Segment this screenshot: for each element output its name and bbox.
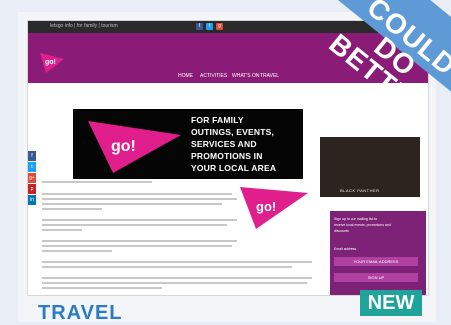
side-pinterest-icon[interactable]: p (28, 184, 36, 194)
nav-travel[interactable]: TRAVEL (260, 73, 279, 79)
hero-line-5: YOUR LOCAL AREA (191, 163, 277, 173)
letsgo-logo[interactable]: go! (38, 47, 66, 75)
hero-banner: go! FOR FAMILY OUTINGS, EVENTS, SERVICES… (73, 109, 303, 179)
side-google-icon[interactable]: g+ (28, 173, 36, 183)
facebook-icon[interactable]: f (196, 23, 203, 30)
hero-line-1: FOR FAMILY (191, 115, 244, 125)
signup-text-1: Sign up to our mailing list to (334, 217, 377, 221)
signup-text-2: receive local events, promotions and (334, 223, 391, 227)
film-caption: BLACK PANTHER (340, 188, 380, 193)
hero-line-4: PROMOTIONS IN (191, 151, 263, 161)
signup-email-label: Email address (334, 247, 357, 251)
side-twitter-icon[interactable]: t (28, 162, 36, 172)
site-top-title: letsgo info | for family | tourism (50, 23, 118, 29)
side-facebook-icon[interactable]: f (28, 151, 36, 161)
film-thumbnail[interactable]: BLACK PANTHER (320, 137, 420, 197)
svg-text:go!: go! (45, 59, 56, 66)
side-linkedin-icon[interactable]: in (28, 195, 36, 205)
hero-line-3: SERVICES AND (191, 139, 257, 149)
svg-text:go!: go! (256, 199, 276, 214)
signup-email-input[interactable]: YOUR EMAIL ADDRESS (334, 257, 418, 266)
secondary-logo-icon: go! (240, 187, 308, 229)
nav-home[interactable]: HOME (178, 73, 193, 79)
signup-text-3: discounts (334, 229, 349, 233)
hero-logo-icon: go! (88, 121, 181, 173)
nav-whats-on[interactable]: WHAT'S ON (232, 73, 260, 79)
nav-activities[interactable]: ACTIVITIES (200, 73, 227, 79)
signup-button[interactable]: SIGN UP (334, 273, 418, 282)
signup-box: Sign up to our mailing list to receive l… (330, 211, 426, 295)
google-icon[interactable]: g (216, 23, 223, 30)
hero-line-2: OUTINGS, EVENTS, (191, 127, 275, 137)
svg-text:go!: go! (111, 138, 136, 155)
twitter-icon[interactable]: t (206, 23, 213, 30)
new-badge: NEW (360, 290, 422, 316)
